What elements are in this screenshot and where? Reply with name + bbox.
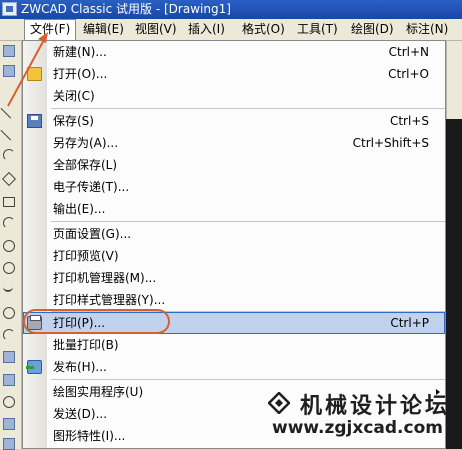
- watermark: 机械设计论坛 www.zgjxcad.com: [268, 386, 448, 446]
- watermark-url: www.zgjxcad.com: [272, 418, 443, 438]
- annotation-arrow-icon: [7, 32, 48, 107]
- forum-logo-icon: [268, 392, 290, 414]
- watermark-name: 机械设计论坛: [300, 393, 451, 419]
